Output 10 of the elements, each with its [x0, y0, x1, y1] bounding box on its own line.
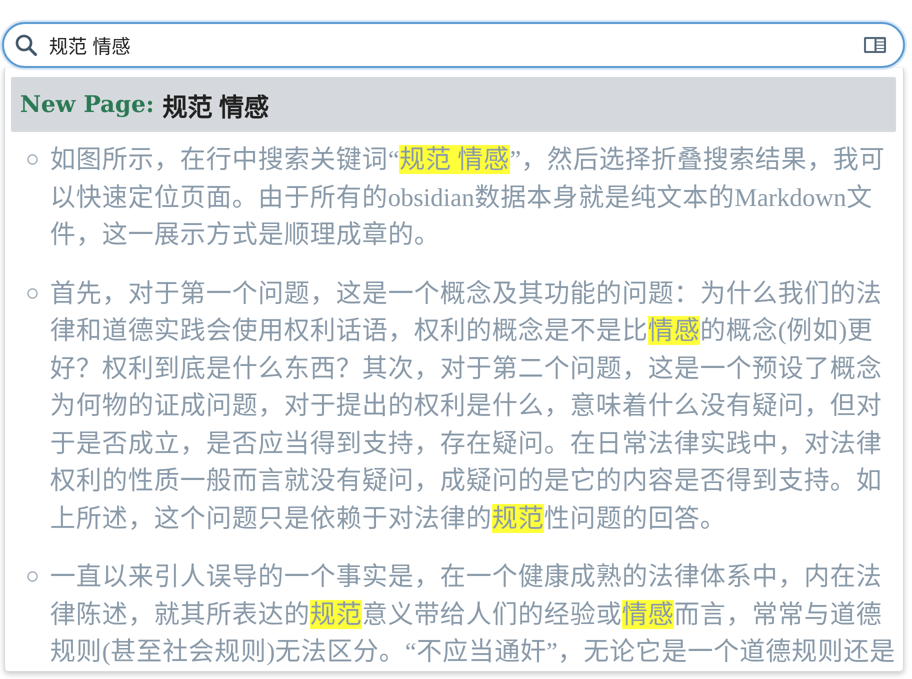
search-field[interactable]: 规范 情感	[2, 22, 905, 68]
new-page-option[interactable]: New Page: 规范 情感	[11, 77, 896, 132]
search-result-snippet[interactable]: 一直以来引人误导的一个事实是，在一个健康成熟的法律体系中，内在法律陈述，就其所表达的规范意义带给人们的经验或情感而言，常常与道德规则(甚至社会规则)无法区分。“不应当通奸”，无论它是一个道德规则还是	[50, 558, 900, 670]
search-result-snippet[interactable]: 首先，对于第一个问题，这是一个概念及其功能的问题：为什么我们的法律和道德实践会使用权利话语，权利的概念是不是比情感的概念(例如)更好？权利到底是什么东西？其次，对于第二个问题，这是一个预设了概念为何物的证成问题，对于提出的权利是什么，意味着什么没有疑问，但对于是否成立，是否应当得到支持，存在疑问。在日常法律实践中，对法律权利的性质一般而言就没有疑问，成疑问的是它的内容是否得到支持。如上所述，这个问题只是依赖于对法律的规范性问题的回答。	[50, 274, 900, 537]
reader-panel-icon[interactable]	[864, 37, 886, 53]
bullet-icon	[27, 288, 38, 298]
bullet-icon	[27, 154, 38, 165]
search-icon	[15, 34, 37, 56]
search-result-snippet[interactable]: 如图所示，在行中搜索关键词“规范 情感”，然后选择折叠搜索结果，我可以快速定位页面。由于所有的obsidian数据本身就是纯文本的Markdown文件，这一展示方式是顺理成章的。	[50, 141, 900, 254]
bullet-icon	[27, 571, 38, 582]
